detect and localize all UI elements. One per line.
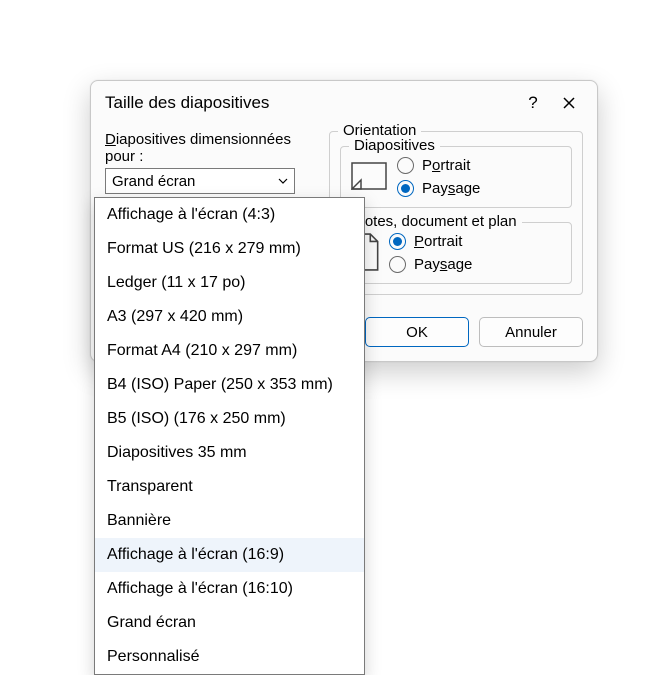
chevron-down-icon <box>274 170 292 192</box>
notes-orientation-legend: Notes, document et plan <box>349 213 522 230</box>
slides-portrait-radio[interactable]: Portrait <box>397 157 480 174</box>
help-button[interactable]: ? <box>515 89 551 117</box>
slides-orientation-group: Diapositives Portrait Pa <box>340 146 572 208</box>
slides-sized-for-dropdown[interactable]: Affichage à l'écran (4:3)Format US (216 … <box>94 197 365 675</box>
slides-orientation-legend: Diapositives <box>349 137 440 154</box>
dropdown-item[interactable]: B4 (ISO) Paper (250 x 353 mm) <box>95 368 364 402</box>
radio-icon <box>389 233 406 250</box>
dropdown-item[interactable]: B5 (ISO) (176 x 250 mm) <box>95 402 364 436</box>
radio-label: Portrait <box>422 157 470 174</box>
close-icon <box>562 96 576 110</box>
radio-label: Paysage <box>414 256 472 273</box>
titlebar: Taille des diapositives ? <box>91 81 597 123</box>
slides-orient-row: Portrait Paysage <box>351 155 561 197</box>
slides-sized-for-label: Diapositives dimensionnées pour : <box>105 131 315 165</box>
dropdown-item[interactable]: Affichage à l'écran (16:9) <box>95 538 364 572</box>
notes-orientation-group: Notes, document et plan Portrait <box>340 222 572 284</box>
radio-icon <box>397 157 414 174</box>
dropdown-item[interactable]: A3 (297 x 420 mm) <box>95 300 364 334</box>
radio-icon <box>397 180 414 197</box>
radio-label: Paysage <box>422 180 480 197</box>
label-rest: iapositives dimensionnées pour : <box>105 131 291 165</box>
label-accel: D <box>105 131 116 148</box>
notes-orient-row: Portrait Paysage <box>351 231 561 273</box>
dropdown-item[interactable]: Transparent <box>95 470 364 504</box>
dropdown-item[interactable]: Diapositives 35 mm <box>95 436 364 470</box>
notes-landscape-radio[interactable]: Paysage <box>389 256 472 273</box>
dialog-title: Taille des diapositives <box>105 93 515 113</box>
slides-landscape-radio[interactable]: Paysage <box>397 180 480 197</box>
landscape-page-icon <box>351 161 387 191</box>
slides-radio-col: Portrait Paysage <box>397 157 480 197</box>
dropdown-item[interactable]: Format A4 (210 x 297 mm) <box>95 334 364 368</box>
dropdown-item[interactable]: Affichage à l'écran (4:3) <box>95 198 364 232</box>
right-panel: Orientation Diapositives Portrait <box>329 131 583 305</box>
notes-portrait-radio[interactable]: Portrait <box>389 233 472 250</box>
cancel-button[interactable]: Annuler <box>479 317 583 347</box>
dropdown-item[interactable]: Personnalisé <box>95 640 364 674</box>
close-button[interactable] <box>551 89 587 117</box>
dropdown-item[interactable]: Bannière <box>95 504 364 538</box>
dropdown-item[interactable]: Grand écran <box>95 606 364 640</box>
slides-sized-for-combo[interactable]: Grand écran <box>105 168 295 194</box>
dropdown-item[interactable]: Affichage à l'écran (16:10) <box>95 572 364 606</box>
combo-value: Grand écran <box>112 173 274 190</box>
notes-radio-col: Portrait Paysage <box>389 233 472 273</box>
radio-icon <box>389 256 406 273</box>
orientation-group: Orientation Diapositives Portrait <box>329 131 583 295</box>
ok-button[interactable]: OK <box>365 317 469 347</box>
dropdown-item[interactable]: Ledger (11 x 17 po) <box>95 266 364 300</box>
radio-label: Portrait <box>414 233 462 250</box>
dropdown-item[interactable]: Format US (216 x 279 mm) <box>95 232 364 266</box>
